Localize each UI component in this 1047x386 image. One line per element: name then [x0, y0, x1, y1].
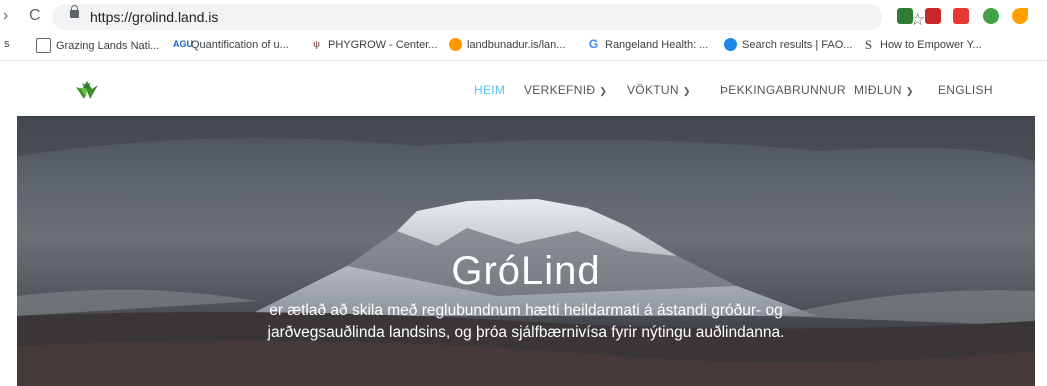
back-button[interactable]: ›	[3, 7, 8, 25]
fao-icon	[724, 38, 737, 51]
hero-subtitle-line2: jarðvegsauðlinda landsins, og þróa sjálf…	[267, 324, 785, 341]
menu-thekkingabrunnur[interactable]: ÞEKKINGABRUNNUR	[720, 83, 846, 97]
page-icon	[36, 38, 51, 53]
menu-midlun[interactable]: MIÐLUN ❯	[854, 83, 914, 97]
bookmark-label: PHYGROW - Center...	[328, 38, 438, 51]
reload-button[interactable]: C	[29, 7, 41, 25]
todoist-icon[interactable]	[953, 8, 969, 24]
bookmark-rangeland[interactable]: G Rangeland Health: ...	[587, 37, 709, 51]
hero-subtitle-line1: er ætlað að skila með reglubundnum hætti…	[269, 302, 783, 319]
bookmark-label: How to Empower Y...	[880, 38, 982, 51]
bookmark-phygrow[interactable]: ψ PHYGROW - Center...	[310, 38, 437, 51]
menu-label: MIÐLUN	[854, 83, 902, 97]
plant-icon: ψ	[313, 39, 320, 49]
bird-extension-icon[interactable]	[1012, 8, 1028, 24]
url-text: https://grolind.land.is	[90, 9, 219, 25]
bookmark-grazing[interactable]: Grazing Lands Nati...	[36, 38, 159, 53]
hero-title: GróLind	[451, 249, 601, 293]
s-icon: S	[864, 37, 873, 52]
landbunadur-icon	[449, 38, 462, 51]
new-extension-icon[interactable]	[897, 8, 913, 24]
hero-banner: GróLind er ætlað að skila með reglubundn…	[17, 116, 1035, 386]
menu-verkefnid[interactable]: VERKEFNIÐ ❯	[524, 83, 607, 97]
menu-heim[interactable]: HEIM	[474, 83, 505, 97]
bookmark-label: Grazing Lands Nati...	[56, 39, 160, 52]
browser-toolbar: › C https://grolind.land.is ☆	[0, 0, 1047, 34]
bookmark-fao[interactable]: Search results | FAO...	[724, 38, 852, 51]
chevron-down-icon: ❯	[682, 86, 691, 96]
lock-icon	[70, 5, 79, 18]
evernote-icon[interactable]	[983, 8, 999, 24]
google-icon: G	[588, 37, 599, 51]
grolind-logo-icon[interactable]	[74, 79, 100, 101]
bookmark-label: s	[4, 38, 10, 50]
menu-label: VÖKTUN	[627, 83, 679, 97]
bookmark-empower[interactable]: S How to Empower Y...	[862, 38, 982, 51]
bookmark-partial[interactable]: s	[4, 38, 10, 50]
menu-label: VERKEFNIÐ	[524, 83, 596, 97]
menu-voktun[interactable]: VÖKTUN ❯	[627, 83, 691, 97]
bookmark-landbunadur[interactable]: landbunadur.is/lan...	[449, 38, 565, 51]
hero-subtitle: er ætlað að skila með reglubundnum hætti…	[17, 300, 1035, 344]
mendeley-icon[interactable]	[925, 8, 941, 24]
site-navbar: HEIM VERKEFNIÐ ❯ VÖKTUN ❯ ÞEKKINGABRUNNUR …	[17, 61, 1035, 116]
bookmark-quantification[interactable]: AGU Quantification of u...	[173, 38, 289, 51]
bookmark-label: landbunadur.is/lan...	[467, 38, 566, 51]
bookmark-label: Quantification of u...	[191, 38, 289, 51]
agu-icon: AGU	[173, 39, 193, 49]
menu-english[interactable]: ENGLISH	[938, 83, 993, 97]
bookmark-label: Rangeland Health: ...	[605, 38, 709, 51]
address-bar[interactable]: https://grolind.land.is ☆	[52, 4, 925, 30]
bookmark-label: Search results | FAO...	[742, 38, 853, 51]
website: HEIM VERKEFNIÐ ❯ VÖKTUN ❯ ÞEKKINGABRUNNUR …	[17, 61, 1035, 386]
chevron-down-icon: ❯	[905, 86, 914, 96]
chevron-down-icon: ❯	[599, 86, 608, 96]
